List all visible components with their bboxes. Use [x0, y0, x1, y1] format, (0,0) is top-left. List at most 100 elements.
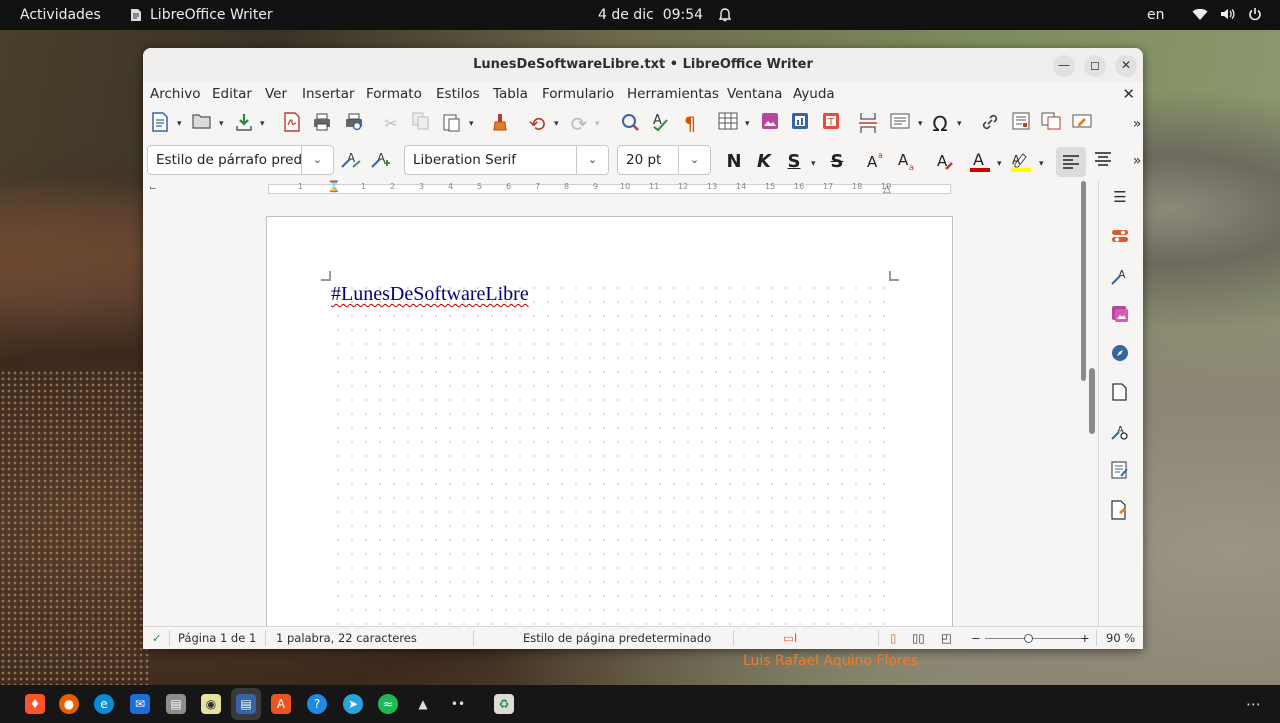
gallery-icon[interactable] — [1109, 305, 1131, 327]
manage-changes-icon[interactable] — [1109, 461, 1131, 483]
app-menu[interactable]: LibreOffice Writer — [130, 7, 273, 23]
word-count[interactable]: 1 palabra, 22 caracteres — [276, 631, 417, 645]
highlight-color-icon[interactable]: A — [1008, 149, 1034, 175]
spotify-icon[interactable]: ≈ — [378, 694, 398, 714]
document-canvas[interactable]: #LunesDeSoftwareLibre — [143, 198, 1083, 641]
formatting-marks-icon[interactable]: ¶ — [678, 112, 702, 136]
page-icon[interactable] — [1109, 383, 1131, 405]
track-changes-icon[interactable] — [1070, 112, 1094, 136]
brave-browser-icon[interactable]: ♦ — [25, 694, 45, 714]
chevron-down-icon[interactable]: ⌄ — [678, 146, 710, 174]
menu-herramientas[interactable]: Herramientas — [627, 86, 719, 102]
hyperlink-icon[interactable] — [978, 112, 1002, 136]
font-size-combo[interactable]: 20 pt ⌄ — [617, 145, 711, 175]
tab-stop-icon[interactable]: ⌙ — [149, 183, 157, 193]
close-document-icon[interactable]: ✕ — [1122, 85, 1135, 103]
document-text[interactable]: #LunesDeSoftwareLibre — [331, 283, 529, 306]
footnote-icon[interactable] — [1009, 112, 1033, 136]
font-name-combo[interactable]: Liberation Serif ⌄ — [404, 145, 609, 175]
files-icon[interactable]: ▤ — [166, 694, 186, 714]
thunderbird-icon[interactable]: ✉ — [130, 694, 150, 714]
menu-ventana[interactable]: Ventana — [727, 86, 782, 102]
save-icon[interactable] — [232, 112, 256, 136]
chevron-down-icon[interactable]: ⌄ — [576, 146, 608, 174]
save-dropdown-icon[interactable]: ▾ — [260, 119, 265, 129]
menu-formato[interactable]: Formato — [366, 86, 422, 102]
zoom-in-icon[interactable]: + — [1080, 631, 1090, 645]
multi-page-view-icon[interactable]: ▯▯ — [912, 631, 925, 645]
special-character-icon[interactable]: Ω — [928, 112, 952, 136]
spelling-icon[interactable]: A — [649, 112, 673, 136]
telegram-icon[interactable]: ➤ — [343, 694, 363, 714]
firefox-icon[interactable]: ● — [59, 694, 79, 714]
software-center-icon[interactable]: A — [271, 694, 291, 714]
terminal-icon[interactable]: •• — [448, 694, 468, 714]
zoom-slider-track[interactable] — [985, 638, 1081, 639]
update-style-icon[interactable]: A — [339, 149, 363, 173]
clear-formatting-icon[interactable]: A — [932, 149, 958, 175]
maximize-button[interactable]: ◻ — [1084, 55, 1106, 77]
print-preview-icon[interactable] — [342, 112, 366, 136]
menu-ayuda[interactable]: Ayuda — [793, 86, 835, 102]
page-style[interactable]: Estilo de página predeterminado — [523, 631, 711, 645]
redo-icon[interactable]: ⟳ — [567, 112, 591, 136]
design-icon[interactable] — [1109, 500, 1131, 522]
menu-ver[interactable]: Ver — [265, 86, 287, 102]
window-titlebar[interactable]: LunesDeSoftwareLibre.txt • LibreOffice W… — [143, 48, 1143, 82]
insert-table-icon[interactable] — [716, 112, 740, 136]
highlight-dropdown-icon[interactable]: ▾ — [1039, 159, 1044, 169]
export-pdf-icon[interactable] — [280, 112, 304, 136]
new-style-icon[interactable]: A — [369, 149, 393, 173]
menu-estilos[interactable]: Estilos — [436, 86, 480, 102]
menu-editar[interactable]: Editar — [212, 86, 252, 102]
menu-archivo[interactable]: Archivo — [150, 86, 200, 102]
insert-chart-icon[interactable] — [788, 112, 812, 136]
system-tray[interactable] — [1192, 7, 1262, 21]
more-toolbar-icon[interactable]: » — [1125, 112, 1143, 136]
page-break-icon[interactable] — [856, 112, 880, 136]
clock[interactable]: 4 de dic 09:54 — [598, 7, 732, 23]
font-color-icon[interactable]: A — [967, 149, 993, 175]
navigator-icon[interactable] — [1109, 344, 1131, 366]
print-icon[interactable] — [310, 112, 334, 136]
keyboard-language[interactable]: en — [1147, 7, 1165, 23]
styles-icon[interactable]: A — [1109, 266, 1131, 288]
special-character-dropdown-icon[interactable]: ▾ — [957, 119, 962, 129]
vertical-scrollbar[interactable] — [1079, 181, 1087, 381]
paste-dropdown-icon[interactable]: ▾ — [469, 119, 474, 129]
undo-icon[interactable]: ⟲ — [525, 112, 549, 136]
scrollbar-thumb[interactable] — [1081, 181, 1086, 381]
find-replace-icon[interactable] — [618, 112, 642, 136]
subscript-icon[interactable]: Aa — [894, 149, 920, 175]
insert-field-icon[interactable] — [888, 112, 912, 136]
clone-formatting-icon[interactable] — [488, 112, 512, 136]
open-folder-icon[interactable] — [190, 112, 214, 136]
underline-dropdown-icon[interactable]: ▾ — [811, 159, 816, 169]
insert-image-icon[interactable] — [758, 112, 782, 136]
superscript-icon[interactable]: Aa — [863, 149, 889, 175]
help-icon[interactable]: ? — [307, 694, 327, 714]
close-window-button[interactable]: ✕ — [1115, 55, 1137, 77]
right-indent-marker[interactable]: △ — [883, 184, 891, 195]
new-dropdown-icon[interactable]: ▾ — [177, 119, 182, 129]
zoom-slider-knob[interactable] — [1023, 634, 1033, 643]
zoom-out-icon[interactable]: − — [971, 631, 981, 645]
open-dropdown-icon[interactable]: ▾ — [219, 119, 224, 129]
edge-browser-icon[interactable]: e — [94, 694, 114, 714]
comment-icon[interactable] — [1039, 112, 1063, 136]
chevron-down-icon[interactable]: ⌄ — [301, 146, 333, 174]
book-view-icon[interactable]: ◰ — [941, 631, 952, 645]
screenshot-tool-icon[interactable]: ◉ — [201, 694, 221, 714]
style-inspector-icon[interactable]: A — [1109, 422, 1131, 444]
sidebar-menu-icon[interactable]: ☰ — [1109, 186, 1131, 208]
more-formatting-icon[interactable]: » — [1125, 149, 1143, 173]
table-dropdown-icon[interactable]: ▾ — [745, 119, 750, 129]
insert-mode-icon[interactable]: ▭Ⅰ — [783, 631, 797, 645]
trash-icon[interactable]: ♻ — [494, 694, 514, 714]
show-apps-icon[interactable]: ⋯ — [1246, 695, 1261, 713]
document-page[interactable]: #LunesDeSoftwareLibre — [266, 216, 953, 641]
activities-button[interactable]: Actividades — [20, 7, 101, 23]
paste-icon[interactable] — [439, 112, 463, 136]
field-dropdown-icon[interactable]: ▾ — [918, 119, 923, 129]
underline-button[interactable]: S — [781, 149, 807, 175]
